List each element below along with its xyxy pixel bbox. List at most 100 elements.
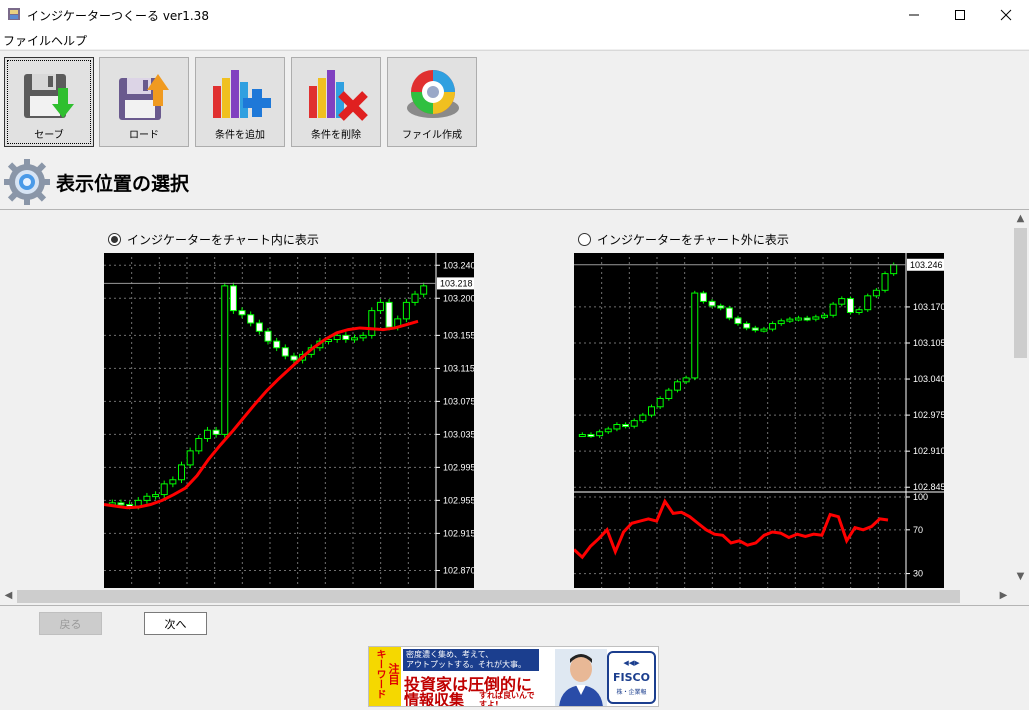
- candle-body: [846, 298, 854, 313]
- ad-brand-arrows: ◀◀▶: [623, 659, 640, 667]
- ad-brand-box: ◀◀▶ FISCO 株・企業報: [607, 651, 656, 704]
- vertical-scrollbar[interactable]: ▲ ▼: [1012, 211, 1029, 588]
- candle-body: [769, 323, 777, 330]
- ad-headline2: 情報収集: [404, 691, 465, 707]
- save-button-label: セーブ: [34, 130, 64, 141]
- scroll-left-icon[interactable]: ◀: [0, 590, 17, 601]
- candle-body: [760, 328, 768, 332]
- scroll-right-icon[interactable]: ▶: [995, 590, 1012, 601]
- option-inside-label: インジケーターをチャート内に表示: [127, 233, 319, 247]
- candle-body: [376, 301, 384, 312]
- y-tick-label: 102.915: [443, 528, 474, 538]
- candle-body: [152, 494, 160, 498]
- candle-body: [604, 428, 612, 433]
- candle-body: [630, 420, 638, 427]
- radio-outside-chart[interactable]: [578, 233, 591, 246]
- scroll-down-icon[interactable]: ▼: [1012, 571, 1029, 582]
- ad-brand: FISCO: [613, 671, 650, 684]
- ad-banner[interactable]: キーワード 注目 密度濃く集め、考えて、 アウトプットする。それが大事。 投資家…: [368, 646, 659, 707]
- candle-body: [273, 340, 281, 349]
- section-header: 表示位置の選択: [0, 155, 1029, 210]
- ad-subtext: 密度濃く集め、考えて、 アウトプットする。それが大事。: [403, 649, 539, 671]
- candle-body: [333, 334, 341, 340]
- candle-body: [656, 397, 664, 408]
- load-button-label: ロード: [129, 130, 159, 141]
- close-button[interactable]: [983, 0, 1029, 30]
- next-button[interactable]: 次へ: [144, 612, 207, 635]
- horizontal-scroll-thumb[interactable]: [17, 590, 960, 603]
- ad-line1: 密度濃く集め、考えて、: [406, 650, 494, 659]
- y-tick-label: 102.995: [443, 462, 474, 472]
- candle-body: [169, 479, 177, 485]
- window-title: インジケーターつくーる ver1.38: [27, 9, 209, 23]
- candle-body: [368, 310, 376, 336]
- candle-body: [212, 429, 220, 435]
- candle-body: [264, 330, 272, 342]
- radio-inside-chart[interactable]: [108, 233, 121, 246]
- candle-body: [751, 327, 759, 331]
- candle-body: [203, 429, 211, 439]
- candle-body: [786, 318, 794, 322]
- candle-body: [717, 305, 725, 309]
- minimize-btn[interactable]: [891, 0, 937, 30]
- option-inside-chart[interactable]: インジケーターをチャート内に表示: [108, 231, 319, 248]
- candle-body: [838, 298, 846, 305]
- back-button[interactable]: 戻る: [39, 612, 102, 635]
- candle-body: [420, 285, 428, 295]
- candle-body: [238, 310, 246, 316]
- candle-body: [803, 317, 811, 321]
- add-condition-button[interactable]: 条件を追加: [195, 57, 285, 147]
- candle-body: [160, 483, 168, 496]
- candle-body: [829, 303, 837, 316]
- close-icon: [1000, 9, 1012, 21]
- option-outside-chart[interactable]: インジケーターをチャート外に表示: [578, 231, 789, 248]
- y-tick-label: 70: [913, 525, 923, 535]
- delete-condition-icon: [309, 70, 368, 121]
- y-tick-label: 103.115: [443, 363, 474, 373]
- candle-body: [613, 424, 621, 430]
- candle-body: [143, 495, 151, 501]
- chart-outside: 103.170 103.105 103.040 102.975 102.910 102.8…: [574, 253, 944, 588]
- y-tick-label: 30: [913, 569, 923, 579]
- candle-body: [359, 334, 367, 339]
- scroll-up-icon[interactable]: ▲: [1012, 213, 1029, 224]
- maximize-button[interactable]: [937, 0, 983, 30]
- load-floppy-icon: [119, 74, 169, 120]
- menu-bar: ファイル ヘルプ: [0, 30, 1029, 49]
- candle-body: [743, 323, 751, 329]
- candle-body: [255, 322, 263, 332]
- y-tick-label: 103.200: [443, 293, 474, 303]
- horizontal-scrollbar[interactable]: ◀ ▶: [0, 588, 1012, 605]
- candle-body: [872, 289, 880, 297]
- add-condition-label: 条件を追加: [215, 130, 265, 141]
- candle-body: [890, 264, 898, 275]
- vertical-scroll-thumb[interactable]: [1014, 228, 1027, 358]
- ad-person-image: [555, 649, 607, 706]
- chart-inside: 103.240 103.200 103.155 103.115 103.075 103.0…: [104, 253, 474, 588]
- candle-body: [855, 309, 863, 313]
- create-file-button[interactable]: ファイル作成: [387, 57, 477, 147]
- candle-body: [596, 431, 604, 437]
- menu-help[interactable]: ヘルプ: [51, 32, 87, 49]
- section-title: 表示位置の選択: [56, 173, 190, 195]
- ad-line2: アウトプットする。それが大事。: [406, 660, 526, 669]
- save-button[interactable]: セーブ: [4, 57, 94, 147]
- ad-keyword: キーワード: [374, 649, 385, 699]
- maximize-icon: [955, 10, 965, 20]
- ad-tail: すれば良いんですよ!: [479, 691, 535, 707]
- load-button[interactable]: ロード: [99, 57, 189, 147]
- candle-body: [881, 273, 889, 291]
- candle-body: [820, 314, 828, 318]
- y-tick-label: 103.105: [913, 338, 944, 348]
- y-tick-label: 102.870: [443, 566, 474, 576]
- candle-body: [682, 377, 690, 383]
- delete-condition-label: 条件を削除: [311, 130, 361, 141]
- candle-body: [673, 381, 681, 391]
- candle-body: [795, 317, 803, 321]
- candle-body: [777, 320, 785, 325]
- candle-body: [648, 406, 656, 416]
- menu-file[interactable]: ファイル: [3, 32, 51, 49]
- toolbar: セーブ ロード 条件を追加 条件を削除 ファイル作成: [0, 50, 1029, 150]
- candle-body: [864, 295, 872, 311]
- delete-condition-button[interactable]: 条件を削除: [291, 57, 381, 147]
